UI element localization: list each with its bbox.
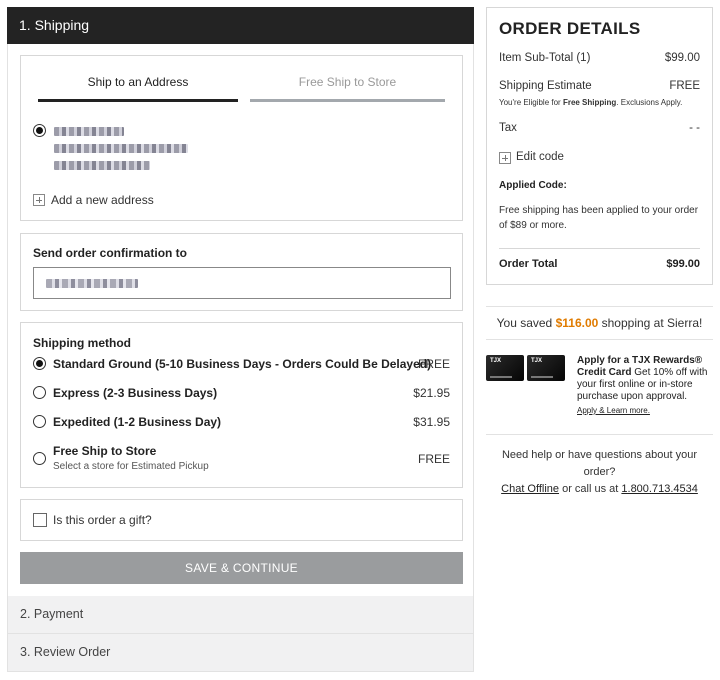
email-section-title: Send order confirmation to	[33, 246, 188, 260]
step-shipping-header[interactable]: 1. Shipping	[7, 7, 474, 44]
help-text: Need help or have questions about your o…	[501, 449, 698, 478]
shipping-option-radio[interactable]	[33, 357, 46, 370]
shipping-estimate-label: Shipping Estimate	[499, 80, 592, 92]
saved-address-radio[interactable]	[33, 124, 46, 137]
shipping-method-title: Shipping method	[33, 336, 131, 350]
address-tabs: Ship to an Address Free Ship to Store	[38, 56, 446, 102]
shipping-option-label: Standard Ground (5-10 Business Days - Or…	[53, 357, 432, 371]
gift-card: Is this order a gift?	[20, 499, 463, 541]
shipping-option-standard[interactable]: Standard Ground (5-10 Business Days - Or…	[21, 357, 462, 377]
gift-checkbox[interactable]	[33, 513, 47, 527]
checkout-steps: 1. Shipping Ship to an Address Free Ship…	[7, 7, 474, 672]
order-details-title: ORDER DETAILS	[499, 19, 641, 38]
phone-link[interactable]: 1.800.713.4534	[621, 483, 697, 495]
address-street-redacted	[54, 144, 188, 153]
step-payment-header[interactable]: 2. Payment	[7, 596, 474, 634]
subtotal-value: $99.00	[664, 52, 700, 64]
shipping-estimate-row: Shipping Estimate FREE	[499, 80, 700, 92]
applied-code-title: Applied Code:	[499, 180, 567, 191]
shipping-option-price: $31.95	[413, 415, 450, 429]
order-total-label: Order Total	[499, 258, 558, 270]
shipping-method-card: Shipping method Standard Ground (5-10 Bu…	[20, 322, 463, 488]
help-section: Need help or have questions about your o…	[486, 434, 713, 498]
plus-icon[interactable]	[499, 152, 511, 164]
tab-ship-to-address[interactable]: Ship to an Address	[38, 56, 238, 102]
order-total-value: $99.00	[666, 258, 700, 270]
help-contact: Chat Offline or call us at 1.800.713.453…	[501, 483, 698, 495]
plus-icon[interactable]	[33, 194, 45, 206]
address-card: Ship to an Address Free Ship to Store Ad…	[20, 55, 463, 221]
email-card: Send order confirmation to	[20, 233, 463, 311]
add-new-address-link[interactable]: Add a new address	[51, 193, 154, 207]
shipping-option-label: Expedited (1-2 Business Day)	[53, 415, 222, 429]
address-name-redacted	[54, 127, 124, 136]
shipping-option-radio[interactable]	[33, 386, 46, 399]
tax-row: Tax - -	[499, 122, 700, 134]
free-shipping-note: You're Eligible for Free Shipping. Exclu…	[499, 98, 683, 107]
shipping-option-radio[interactable]	[33, 415, 46, 428]
shipping-estimate-value: FREE	[669, 80, 700, 92]
shipping-option-price: $21.95	[413, 386, 450, 400]
subtotal-label: Item Sub-Total (1)	[499, 52, 591, 64]
shipping-option-ship-to-store[interactable]: Free Ship to Store Select a store for Es…	[21, 444, 462, 478]
shipping-option-expedited[interactable]: Expedited (1-2 Business Day) $31.95	[21, 415, 462, 435]
save-continue-button[interactable]: SAVE & CONTINUE	[20, 552, 463, 584]
shipping-option-label: Free Ship to Store	[53, 444, 157, 458]
email-value-redacted	[46, 279, 138, 288]
divider	[499, 248, 700, 249]
shipping-option-express[interactable]: Express (2-3 Business Days) $21.95	[21, 386, 462, 406]
address-city-redacted	[54, 161, 150, 170]
apply-learn-more-link[interactable]: Apply & Learn more.	[577, 406, 650, 415]
savings-banner: You saved $116.00 shopping at Sierra!	[486, 306, 713, 340]
gift-label[interactable]: Is this order a gift?	[53, 513, 152, 527]
email-field[interactable]	[33, 267, 451, 299]
order-sidebar: ORDER DETAILS Item Sub-Total (1) $99.00 …	[486, 7, 713, 495]
step-review-header[interactable]: 3. Review Order	[7, 634, 474, 672]
shipping-option-radio[interactable]	[33, 452, 46, 465]
shipping-step-body: Ship to an Address Free Ship to Store Ad…	[7, 44, 474, 596]
tjx-credit-card-image: TJX	[486, 355, 524, 381]
chat-offline-link[interactable]: Chat Offline	[501, 483, 559, 495]
shipping-option-price: FREE	[417, 452, 450, 466]
shipping-option-sublabel: Select a store for Estimated Pickup	[53, 461, 209, 472]
edit-code-link[interactable]: Edit code	[516, 151, 564, 163]
tjx-credit-card-image: TJX	[527, 355, 565, 381]
tax-label: Tax	[499, 122, 517, 134]
tab-free-ship-to-store[interactable]: Free Ship to Store	[250, 56, 445, 102]
tax-value: - -	[689, 122, 700, 134]
order-details-box: ORDER DETAILS Item Sub-Total (1) $99.00 …	[486, 7, 713, 285]
subtotal-row: Item Sub-Total (1) $99.00	[499, 52, 700, 64]
tjx-promo-text: Apply for a TJX Rewards® Credit Card Get…	[577, 355, 708, 402]
savings-amount: $116.00	[555, 316, 599, 330]
shipping-option-label: Express (2-3 Business Days)	[53, 386, 218, 400]
order-total-row: Order Total $99.00	[499, 258, 700, 270]
shipping-option-price: FREE	[417, 357, 450, 371]
applied-code-description: Free shipping has been applied to your o…	[499, 205, 699, 231]
